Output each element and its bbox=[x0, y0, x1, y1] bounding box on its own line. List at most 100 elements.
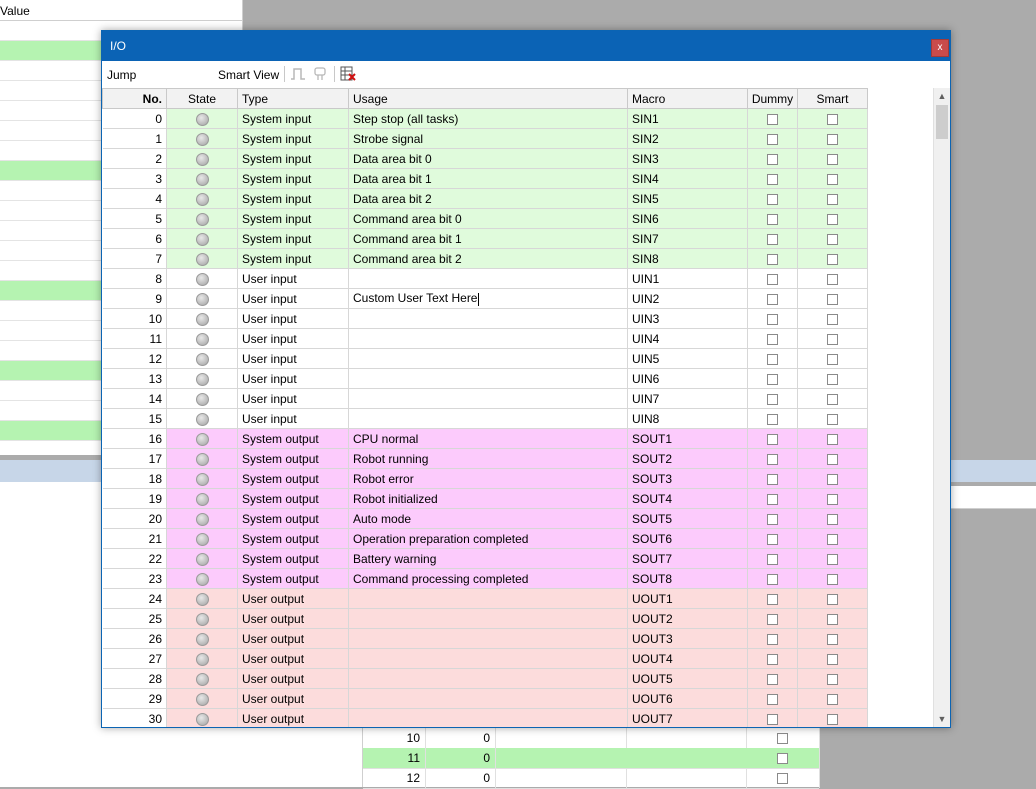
smart-checkbox[interactable] bbox=[827, 253, 838, 265]
io-usage-cell[interactable] bbox=[348, 348, 628, 369]
smart-checkbox[interactable] bbox=[827, 413, 838, 425]
grid-checkbox[interactable] bbox=[777, 733, 788, 744]
smart-checkbox[interactable] bbox=[827, 693, 838, 705]
io-usage-cell[interactable]: Robot initialized bbox=[348, 488, 628, 509]
smart-checkbox[interactable] bbox=[827, 193, 838, 205]
io-usage-cell[interactable]: Command area bit 2 bbox=[348, 248, 628, 269]
io-row[interactable]: 27 User output UOUT4 bbox=[102, 648, 868, 669]
dummy-checkbox[interactable] bbox=[767, 293, 778, 305]
smart-checkbox[interactable] bbox=[827, 173, 838, 185]
dummy-checkbox[interactable] bbox=[767, 553, 778, 565]
io-row[interactable]: 13 User input UIN6 bbox=[102, 368, 868, 389]
dummy-checkbox[interactable] bbox=[767, 413, 778, 425]
dummy-checkbox[interactable] bbox=[767, 253, 778, 265]
dummy-checkbox[interactable] bbox=[767, 513, 778, 525]
grid-checkbox[interactable] bbox=[777, 773, 788, 784]
title-bar[interactable]: I/O x bbox=[102, 31, 950, 61]
dummy-checkbox[interactable] bbox=[767, 573, 778, 585]
dummy-checkbox[interactable] bbox=[767, 353, 778, 365]
dummy-checkbox[interactable] bbox=[767, 233, 778, 245]
io-usage[interactable]: Data area bit 0 bbox=[353, 152, 432, 166]
scroll-thumb[interactable] bbox=[936, 105, 948, 139]
io-usage-cell[interactable] bbox=[348, 688, 628, 709]
io-usage-cell[interactable]: Custom User Text Here bbox=[348, 288, 628, 309]
smart-checkbox[interactable] bbox=[827, 593, 838, 605]
smart-checkbox[interactable] bbox=[827, 273, 838, 285]
io-usage-cell[interactable]: Auto mode bbox=[348, 508, 628, 529]
close-button[interactable]: x bbox=[931, 39, 949, 57]
smart-checkbox[interactable] bbox=[827, 673, 838, 685]
smart-checkbox[interactable] bbox=[827, 493, 838, 505]
io-usage[interactable]: Custom User Text Here bbox=[353, 291, 477, 305]
io-row[interactable]: 16 System output CPU normal SOUT1 bbox=[102, 428, 868, 449]
io-row[interactable]: 8 User input UIN1 bbox=[102, 268, 868, 289]
io-usage-cell[interactable] bbox=[348, 628, 628, 649]
column-header-no[interactable]: No. bbox=[102, 88, 167, 109]
io-usage-cell[interactable] bbox=[348, 588, 628, 609]
grid-checkbox[interactable] bbox=[777, 753, 788, 764]
smart-checkbox[interactable] bbox=[827, 333, 838, 345]
io-row[interactable]: 21 System output Operation preparation com… bbox=[102, 528, 868, 549]
smart-checkbox[interactable] bbox=[827, 113, 838, 125]
column-header-dummy[interactable]: Dummy bbox=[747, 88, 798, 109]
io-row[interactable]: 20 System output Auto mode SOUT5 bbox=[102, 508, 868, 529]
io-row[interactable]: 29 User output UOUT6 bbox=[102, 688, 868, 709]
smart-checkbox[interactable] bbox=[827, 233, 838, 245]
force-output-icon[interactable] bbox=[312, 66, 328, 82]
io-row[interactable]: 23 System output Command processing comple… bbox=[102, 568, 868, 589]
smart-checkbox[interactable] bbox=[827, 433, 838, 445]
io-usage[interactable]: CPU normal bbox=[353, 432, 418, 446]
column-header-type[interactable]: Type bbox=[237, 88, 349, 109]
io-usage[interactable]: Robot error bbox=[353, 472, 414, 486]
dummy-checkbox[interactable] bbox=[767, 653, 778, 665]
dummy-checkbox[interactable] bbox=[767, 433, 778, 445]
io-usage[interactable]: Operation preparation completed bbox=[353, 532, 528, 546]
io-usage-cell[interactable]: CPU normal bbox=[348, 428, 628, 449]
io-usage-cell[interactable] bbox=[348, 388, 628, 409]
smart-checkbox[interactable] bbox=[827, 633, 838, 645]
dummy-checkbox[interactable] bbox=[767, 613, 778, 625]
smart-checkbox[interactable] bbox=[827, 573, 838, 585]
dummy-checkbox[interactable] bbox=[767, 313, 778, 325]
io-row[interactable]: 4 System input Data area bit 2 SIN5 bbox=[102, 188, 868, 209]
io-row[interactable]: 22 System output Battery warning SOUT7 bbox=[102, 548, 868, 569]
dummy-checkbox[interactable] bbox=[767, 533, 778, 545]
io-row[interactable]: 30 User output UOUT7 bbox=[102, 708, 868, 727]
smart-checkbox[interactable] bbox=[827, 653, 838, 665]
smart-checkbox[interactable] bbox=[827, 513, 838, 525]
io-row[interactable]: 5 System input Command area bit 0 SIN6 bbox=[102, 208, 868, 229]
smart-checkbox[interactable] bbox=[827, 533, 838, 545]
scroll-up-icon[interactable]: ▲ bbox=[934, 88, 950, 104]
io-row[interactable]: 19 System output Robot initialized SOUT4 bbox=[102, 488, 868, 509]
column-header-smart[interactable]: Smart bbox=[797, 88, 868, 109]
smart-checkbox[interactable] bbox=[827, 553, 838, 565]
dummy-checkbox[interactable] bbox=[767, 153, 778, 165]
io-usage[interactable]: Auto mode bbox=[353, 512, 411, 526]
io-usage-cell[interactable]: Command area bit 1 bbox=[348, 228, 628, 249]
dummy-checkbox[interactable] bbox=[767, 633, 778, 645]
io-usage[interactable]: Robot running bbox=[353, 452, 428, 466]
io-row[interactable]: 24 User output UOUT1 bbox=[102, 588, 868, 609]
io-usage[interactable]: Command area bit 1 bbox=[353, 232, 462, 246]
smart-checkbox[interactable] bbox=[827, 393, 838, 405]
scroll-down-icon[interactable]: ▼ bbox=[934, 711, 950, 727]
dummy-checkbox[interactable] bbox=[767, 273, 778, 285]
smart-checkbox[interactable] bbox=[827, 613, 838, 625]
jump-button[interactable]: Jump bbox=[107, 68, 136, 82]
dummy-checkbox[interactable] bbox=[767, 193, 778, 205]
clear-table-icon[interactable] bbox=[340, 66, 356, 82]
io-usage[interactable]: Battery warning bbox=[353, 552, 436, 566]
io-row[interactable]: 10 User input UIN3 bbox=[102, 308, 868, 329]
dummy-checkbox[interactable] bbox=[767, 493, 778, 505]
io-usage-cell[interactable] bbox=[348, 708, 628, 727]
smart-checkbox[interactable] bbox=[827, 293, 838, 305]
column-header-macro[interactable]: Macro bbox=[627, 88, 748, 109]
smart-checkbox[interactable] bbox=[827, 313, 838, 325]
smart-checkbox[interactable] bbox=[827, 153, 838, 165]
io-usage[interactable]: Command area bit 2 bbox=[353, 252, 462, 266]
io-row[interactable]: 15 User input UIN8 bbox=[102, 408, 868, 429]
io-row[interactable]: 18 System output Robot error SOUT3 bbox=[102, 468, 868, 489]
io-usage[interactable]: Command area bit 0 bbox=[353, 212, 462, 226]
dummy-checkbox[interactable] bbox=[767, 693, 778, 705]
io-row[interactable]: 0 System input Step stop (all tasks) SIN1 bbox=[102, 108, 868, 129]
